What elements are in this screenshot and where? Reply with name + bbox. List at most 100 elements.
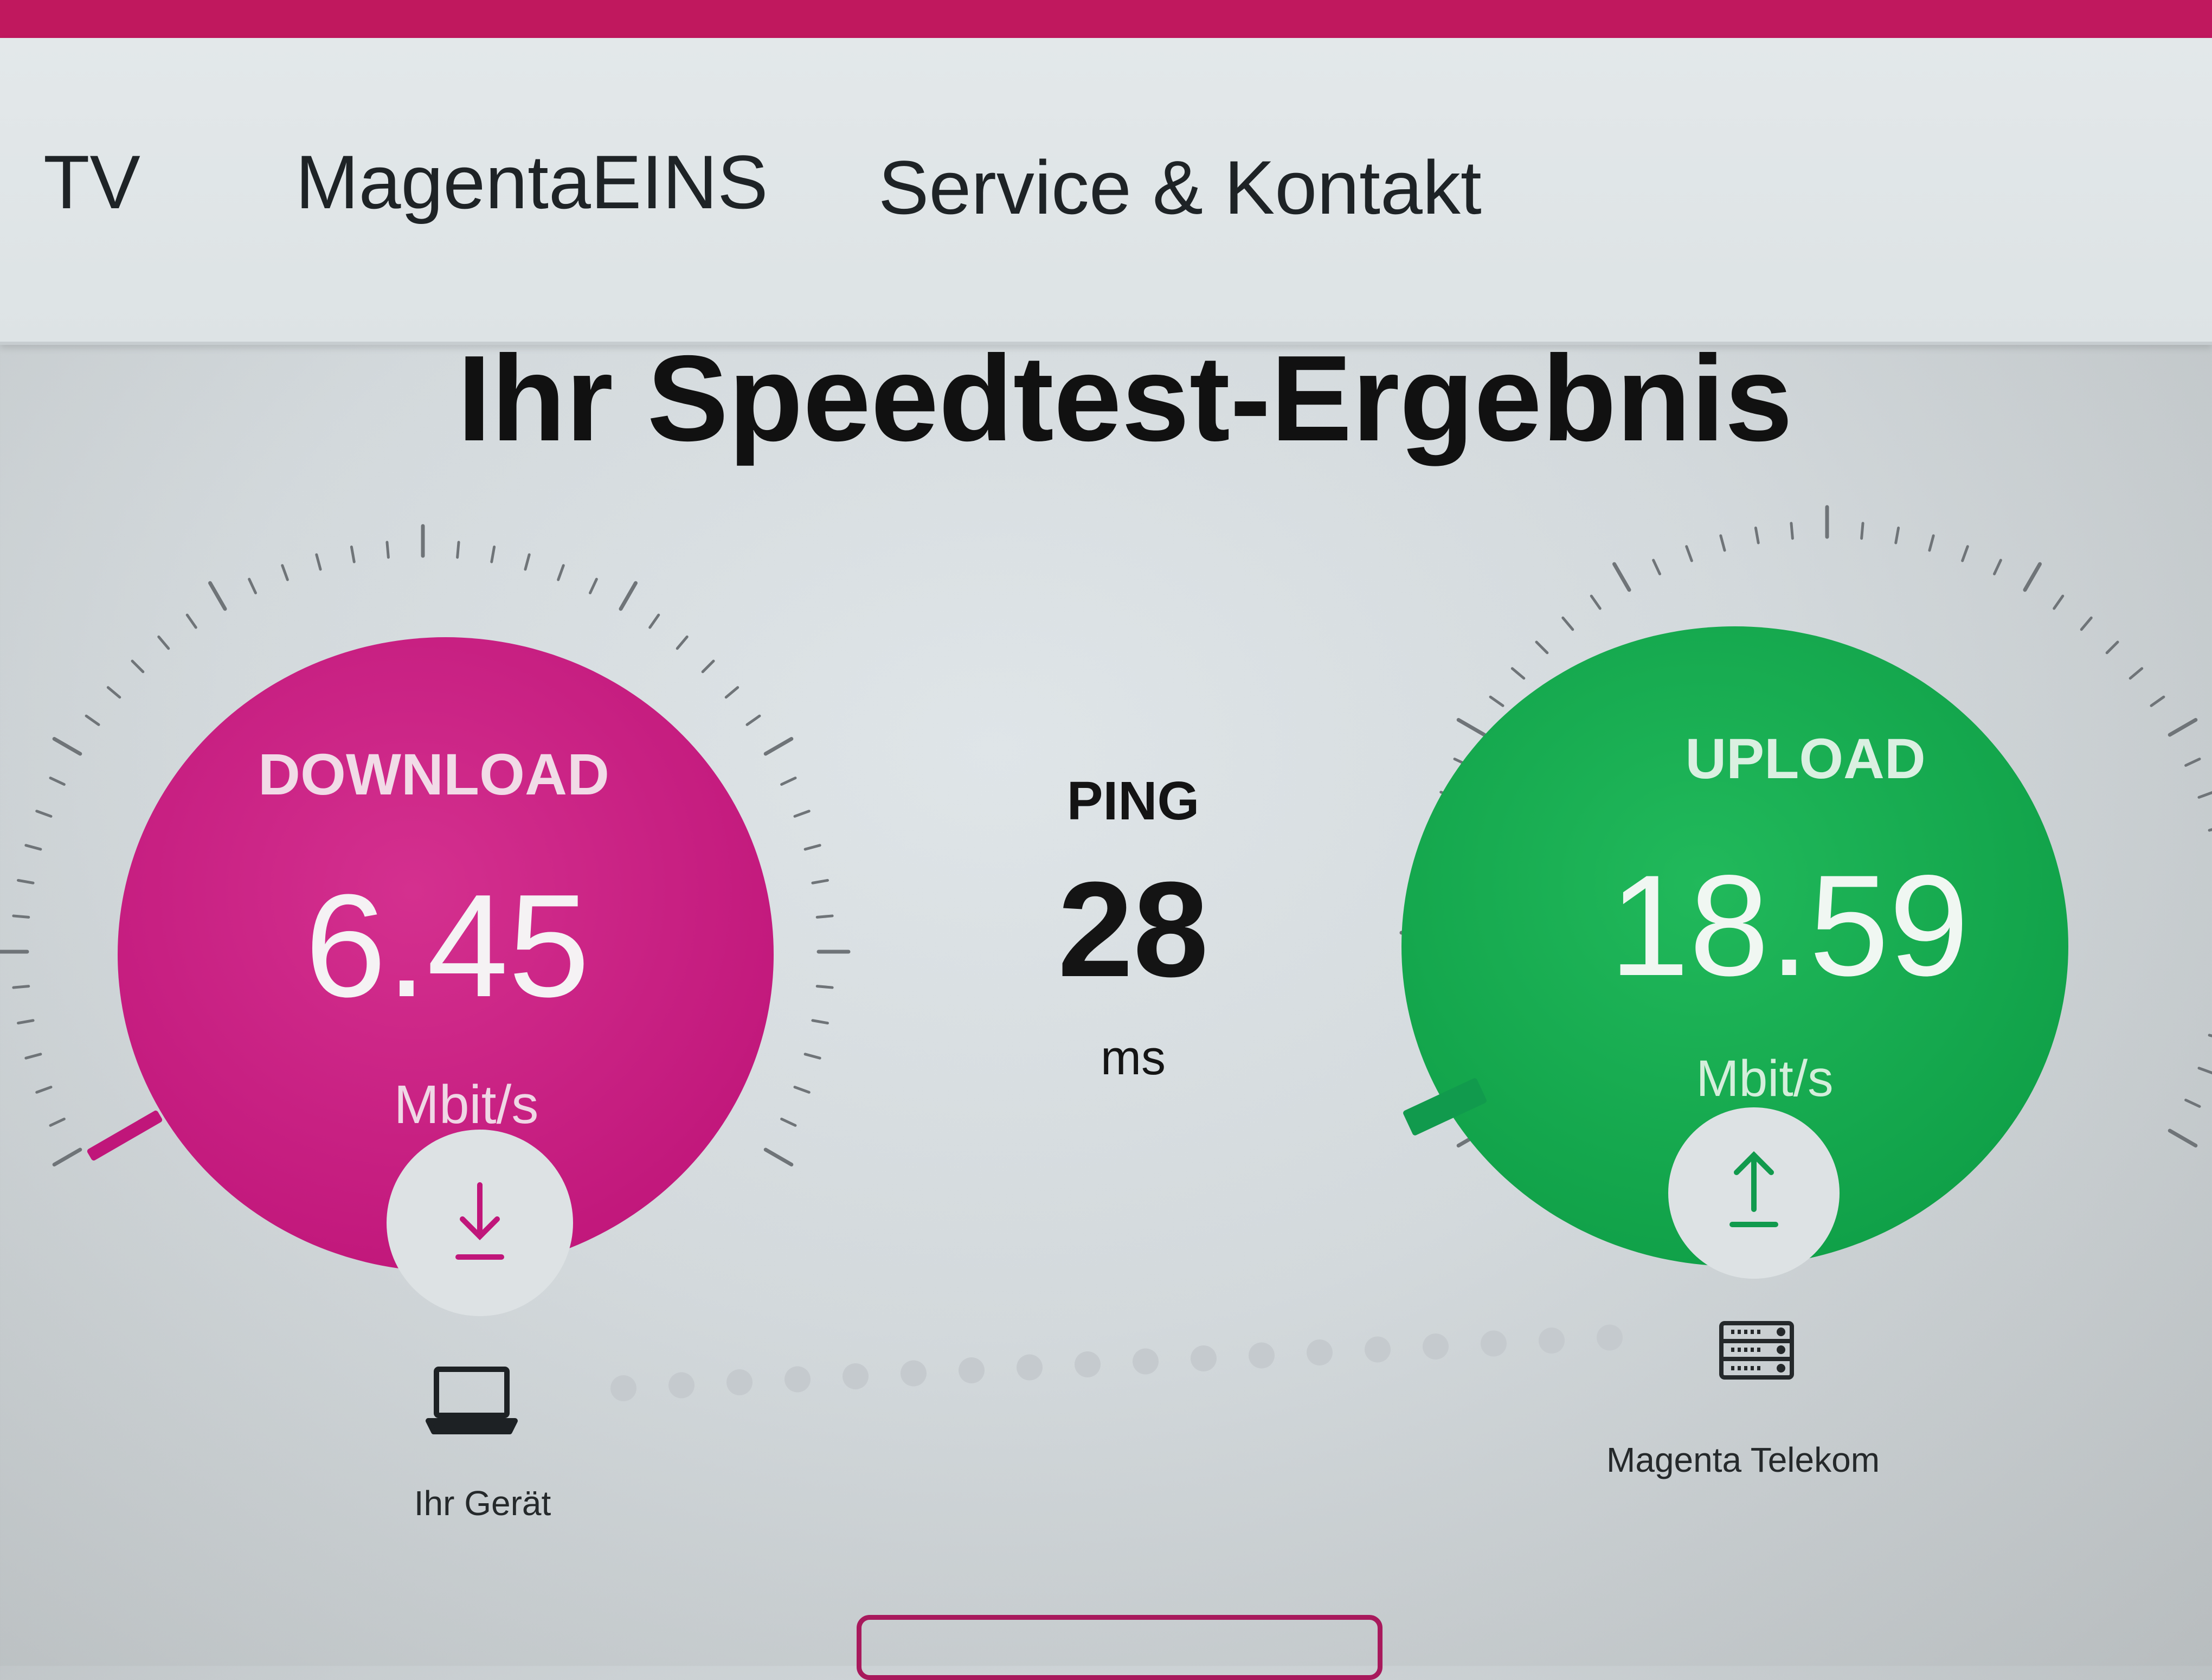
gauge-tick bbox=[803, 844, 821, 851]
gauge-tick bbox=[24, 1053, 42, 1060]
gauge-tick bbox=[648, 613, 660, 629]
ping-label: PING bbox=[1066, 771, 1200, 831]
gauge-tick bbox=[2168, 718, 2198, 737]
gauge-tick bbox=[815, 985, 834, 989]
connection-dot bbox=[959, 1357, 985, 1383]
page-title: Ihr Speedtest-Ergebnis bbox=[457, 330, 1793, 466]
connection-dot bbox=[901, 1360, 927, 1387]
gauge-tick bbox=[1612, 562, 1631, 592]
arrow-down-icon bbox=[455, 1182, 504, 1260]
gauge-tick bbox=[1456, 718, 1487, 737]
gauge-tick bbox=[2129, 667, 2144, 680]
gauge-tick bbox=[35, 810, 53, 818]
gauge-tick bbox=[763, 737, 794, 756]
gauge-tick bbox=[1860, 522, 1864, 540]
gauge-tick bbox=[2053, 594, 2065, 610]
gauge-tick bbox=[1456, 1128, 1487, 1147]
ping-value: 28 bbox=[1057, 854, 1209, 1005]
gauge-tick bbox=[1429, 1034, 1446, 1041]
gauge-tick bbox=[49, 777, 66, 786]
nav-item-magentaeins[interactable]: MagentaEINS bbox=[295, 138, 768, 226]
gauge-tick bbox=[52, 737, 82, 756]
gauge-tick bbox=[17, 1019, 35, 1025]
gauge-tick bbox=[2023, 562, 2042, 592]
gauge-tick bbox=[85, 714, 100, 726]
brand-top-bar bbox=[0, 0, 2212, 38]
gauge-tick bbox=[1453, 1099, 1470, 1108]
gauge-tick bbox=[1416, 966, 1435, 970]
gauge-tick bbox=[1928, 534, 1935, 552]
gauge-tick bbox=[12, 914, 30, 919]
gauge-tick bbox=[131, 659, 145, 674]
connection-dot bbox=[726, 1369, 753, 1395]
gauge-tick bbox=[17, 879, 35, 884]
gauge-tick bbox=[208, 581, 227, 611]
gauge-tick bbox=[1421, 860, 1439, 865]
connection-dot bbox=[1017, 1354, 1043, 1381]
gauge-tick bbox=[1894, 527, 1900, 544]
connection-dot bbox=[1423, 1333, 1449, 1360]
nav-item-service-kontakt[interactable]: Service & Kontakt bbox=[878, 144, 1482, 232]
gauge-tick bbox=[815, 914, 834, 919]
gauge-tick bbox=[793, 1086, 811, 1094]
gauge-tick bbox=[2197, 1067, 2212, 1075]
gauge-tick bbox=[385, 541, 390, 559]
gauge-tick bbox=[589, 578, 598, 594]
gauge-tick bbox=[1439, 791, 1457, 799]
gauge-tick bbox=[803, 1053, 821, 1060]
gauge-tick bbox=[35, 1086, 53, 1094]
gauge-tick bbox=[780, 1118, 797, 1127]
nav-item-tv[interactable]: TV bbox=[43, 138, 140, 226]
download-label: DOWNLOAD bbox=[258, 741, 609, 807]
gauge-tick bbox=[780, 777, 797, 786]
action-button[interactable] bbox=[857, 1615, 1382, 1680]
connection-dot bbox=[1539, 1328, 1565, 1354]
gauge-tick bbox=[456, 541, 460, 559]
gauge-tick bbox=[12, 985, 30, 989]
download-gauge-needle bbox=[87, 1110, 163, 1161]
gauge-tick bbox=[106, 686, 121, 699]
gauge-tick bbox=[2184, 1099, 2201, 1108]
upload-gauge-needle bbox=[1403, 1078, 1487, 1136]
gauge-tick bbox=[315, 553, 322, 571]
gauge-tick bbox=[185, 613, 197, 629]
server-icon bbox=[1719, 1321, 1794, 1380]
gauge-tick bbox=[763, 1147, 794, 1166]
gauge-tick bbox=[1510, 667, 1526, 680]
connection-dot bbox=[1249, 1342, 1275, 1369]
gauge-tick bbox=[701, 659, 715, 674]
download-gauge-scale bbox=[0, 524, 851, 1166]
gauge-tick bbox=[2184, 758, 2201, 767]
gauge-tick bbox=[524, 553, 531, 571]
connection-dot bbox=[1365, 1336, 1391, 1363]
connection-dot bbox=[843, 1363, 869, 1389]
gauge-tick bbox=[1685, 545, 1693, 562]
gauge-tick bbox=[1489, 695, 1504, 707]
gauge-tick bbox=[1790, 522, 1794, 540]
connection-dot bbox=[785, 1366, 811, 1393]
device-label: Ihr Gerät bbox=[414, 1484, 551, 1523]
gauge-tick bbox=[2168, 1128, 2198, 1147]
ping-unit: ms bbox=[1101, 1031, 1166, 1085]
gauge-tick bbox=[1416, 895, 1435, 900]
gauge-tick bbox=[2208, 828, 2212, 832]
connection-dot bbox=[1481, 1330, 1507, 1357]
download-value: 6.45 bbox=[305, 864, 590, 1028]
gauge-tick bbox=[1993, 559, 2002, 575]
gauge-tick bbox=[1652, 559, 1661, 575]
connection-dot bbox=[610, 1375, 636, 1401]
main-navigation: TV MagentaEINS Service & Kontakt bbox=[0, 38, 2212, 345]
gauge-tick bbox=[1590, 594, 1602, 610]
gauge-tick bbox=[1719, 534, 1726, 552]
connection-dot bbox=[1307, 1339, 1333, 1365]
connection-dot bbox=[668, 1372, 695, 1399]
gauge-tick bbox=[676, 635, 689, 650]
gauge-tick bbox=[248, 578, 257, 594]
gauge-tick bbox=[619, 581, 638, 611]
server-label: Magenta Telekom bbox=[1606, 1440, 1880, 1479]
gauge-tick bbox=[724, 686, 740, 699]
gauge-tick bbox=[52, 1147, 82, 1166]
gauge-tick bbox=[1429, 825, 1446, 832]
connection-dot bbox=[1597, 1324, 1623, 1351]
upload-value: 18.59 bbox=[1609, 845, 1969, 1006]
